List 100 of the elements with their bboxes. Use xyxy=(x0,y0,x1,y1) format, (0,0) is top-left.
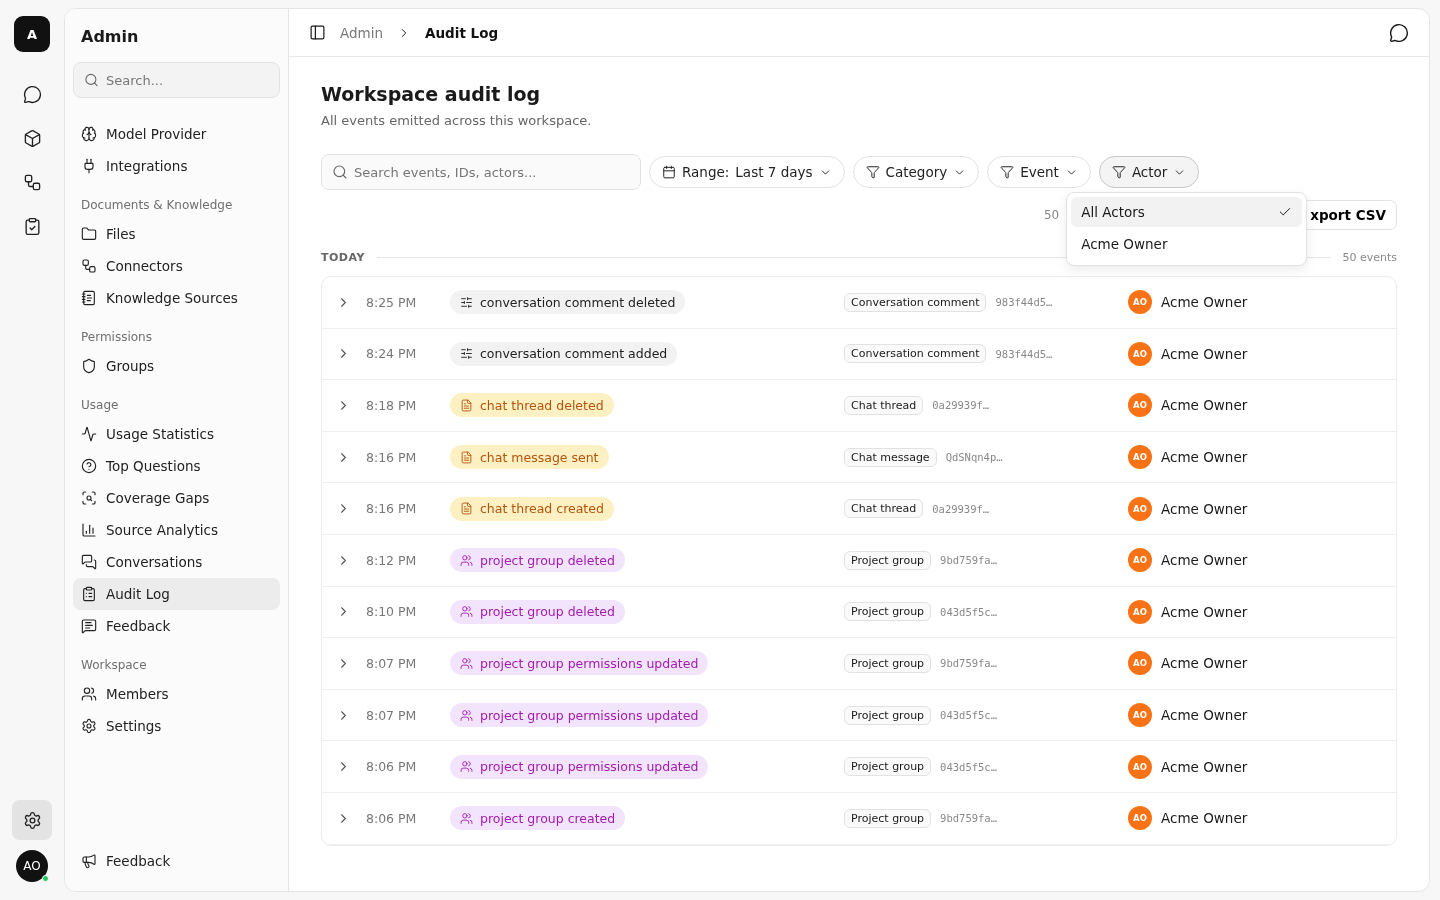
calendar-icon xyxy=(662,165,676,179)
breadcrumb-item[interactable]: Audit Log xyxy=(425,24,499,41)
check-icon xyxy=(1278,205,1293,219)
nav-item[interactable]: Settings xyxy=(73,710,280,742)
nav-item[interactable]: Members xyxy=(73,678,280,710)
actor-name: Acme Owner xyxy=(1161,655,1248,672)
event-time: 8:16 PM xyxy=(366,449,418,465)
range-filter[interactable]: Range: Last 7 days xyxy=(649,156,845,188)
brain-icon xyxy=(81,126,97,142)
event-time: 8:18 PM xyxy=(366,398,418,413)
actor-name: Acme Owner xyxy=(1161,294,1248,311)
filter-dropdown[interactable]: Actor xyxy=(1098,156,1200,188)
actor-name: Acme Owner xyxy=(1161,603,1248,620)
chat-bubble-icon[interactable] xyxy=(1389,22,1409,43)
actor-name: Acme Owner xyxy=(1161,758,1248,775)
nav-item[interactable]: Coverage Gaps xyxy=(73,482,280,514)
resource-id: 043d5f5c… xyxy=(940,760,997,773)
section-label: Permissions xyxy=(80,330,153,344)
nav-item[interactable]: Source Analytics xyxy=(73,514,280,546)
nav-item[interactable]: Integrations xyxy=(73,150,280,182)
event-tag: project group permissions updated xyxy=(450,703,709,728)
nav-item[interactable]: Connectors xyxy=(73,250,280,282)
connector-icon xyxy=(22,172,42,192)
resource-id: 0a29939f… xyxy=(932,502,990,515)
event-time: 8:07 PM xyxy=(366,707,418,723)
group-count: 50 events xyxy=(1342,251,1397,264)
actor-name: Acme Owner xyxy=(1161,449,1248,466)
notebook-icon xyxy=(81,290,97,306)
cube-icon xyxy=(22,128,42,148)
section-label: Usage xyxy=(80,398,120,412)
nav-item[interactable]: Top Questions xyxy=(73,450,280,482)
event-time: 8:07 PM xyxy=(366,655,418,671)
people-icon xyxy=(460,605,473,619)
search-field[interactable]: Search... xyxy=(73,62,280,98)
nav-item[interactable]: Audit Log xyxy=(73,578,280,610)
event-tag: chat thread deleted xyxy=(450,393,614,418)
bar-chart-icon xyxy=(81,522,97,538)
event-tag: project group deleted xyxy=(450,548,625,573)
actor-avatar: AO xyxy=(1128,754,1152,779)
event-tag: project group created xyxy=(450,806,626,831)
breadcrumb-item[interactable]: Admin xyxy=(340,24,384,41)
resource-tag: Conversation comment xyxy=(844,344,987,364)
event-tag: chat thread created xyxy=(450,496,614,521)
resource-tag: Project group xyxy=(844,550,932,570)
actor-name: Acme Owner xyxy=(1161,345,1248,362)
filter-icon xyxy=(1111,165,1126,179)
search-field[interactable]: Search events, IDs, actors... xyxy=(321,154,641,190)
activity-icon xyxy=(81,426,97,442)
section-label: Documents & Knowledge xyxy=(80,198,234,212)
nav-item[interactable]: Usage Statistics xyxy=(73,418,280,450)
messages-icon xyxy=(81,554,97,570)
filter-dropdown[interactable]: Category xyxy=(852,156,980,188)
nav-item[interactable]: Conversations xyxy=(73,546,280,578)
event-tag: conversation comment added xyxy=(450,341,678,366)
document-icon xyxy=(460,399,473,412)
feedback-link[interactable]: Feedback xyxy=(73,845,280,877)
page-subtitle: All events emitted across this workspace. xyxy=(321,113,593,128)
nav-item[interactable]: Feedback xyxy=(73,610,280,642)
menu-item[interactable]: All Actors xyxy=(1071,197,1303,227)
nav-item[interactable]: Files xyxy=(73,218,280,250)
section-label: Workspace xyxy=(80,658,148,672)
resource-id: 043d5f5c… xyxy=(940,709,997,722)
menu-item[interactable]: Acme Owner xyxy=(1071,229,1303,259)
resource-id: 9bd759fa… xyxy=(940,554,997,567)
filter-icon xyxy=(865,165,880,179)
document-icon xyxy=(460,450,473,464)
event-time: 8:25 PM xyxy=(366,294,418,310)
event-tag: project group permissions updated xyxy=(450,651,709,676)
workspace-logo[interactable]: A xyxy=(14,16,50,52)
nav-item[interactable]: Knowledge Sources xyxy=(73,282,280,314)
shield-icon xyxy=(81,358,97,374)
resource-tag: Project group xyxy=(844,602,932,622)
clipboard-list-icon xyxy=(81,586,97,602)
resource-id: 9bd759fa… xyxy=(940,812,997,825)
search-icon xyxy=(332,164,348,180)
resource-id: QdSNqn4p… xyxy=(945,451,1003,464)
plug-icon xyxy=(81,158,97,174)
event-tag: project group permissions updated xyxy=(450,754,709,779)
sidebar-toggle-icon[interactable] xyxy=(309,24,326,41)
resource-tag: Project group xyxy=(844,653,932,673)
event-tag: chat message sent xyxy=(450,445,609,470)
clipboard-check-icon xyxy=(22,216,42,236)
actor-avatar: AO xyxy=(1128,599,1152,624)
resource-tag: Chat message xyxy=(844,447,937,467)
settings-button[interactable] xyxy=(12,800,52,840)
nav-item[interactable]: Model Provider xyxy=(73,118,280,150)
event-time: 8:06 PM xyxy=(366,759,418,775)
actor-name: Acme Owner xyxy=(1161,707,1248,724)
event-time: 8:16 PM xyxy=(366,501,418,517)
search-icon xyxy=(84,72,99,88)
sidebar-title: Admin xyxy=(80,27,140,46)
resource-tag: Project group xyxy=(844,705,932,725)
document-icon xyxy=(460,502,473,516)
actor-avatar: AO xyxy=(1128,290,1152,315)
nav-item[interactable]: Groups xyxy=(73,350,280,382)
actor-avatar: AO xyxy=(1128,496,1152,521)
resource-tag: Chat thread xyxy=(844,396,924,415)
user-avatar[interactable]: AO xyxy=(16,850,48,882)
people-icon xyxy=(81,686,97,702)
filter-dropdown[interactable]: Event xyxy=(987,156,1091,188)
